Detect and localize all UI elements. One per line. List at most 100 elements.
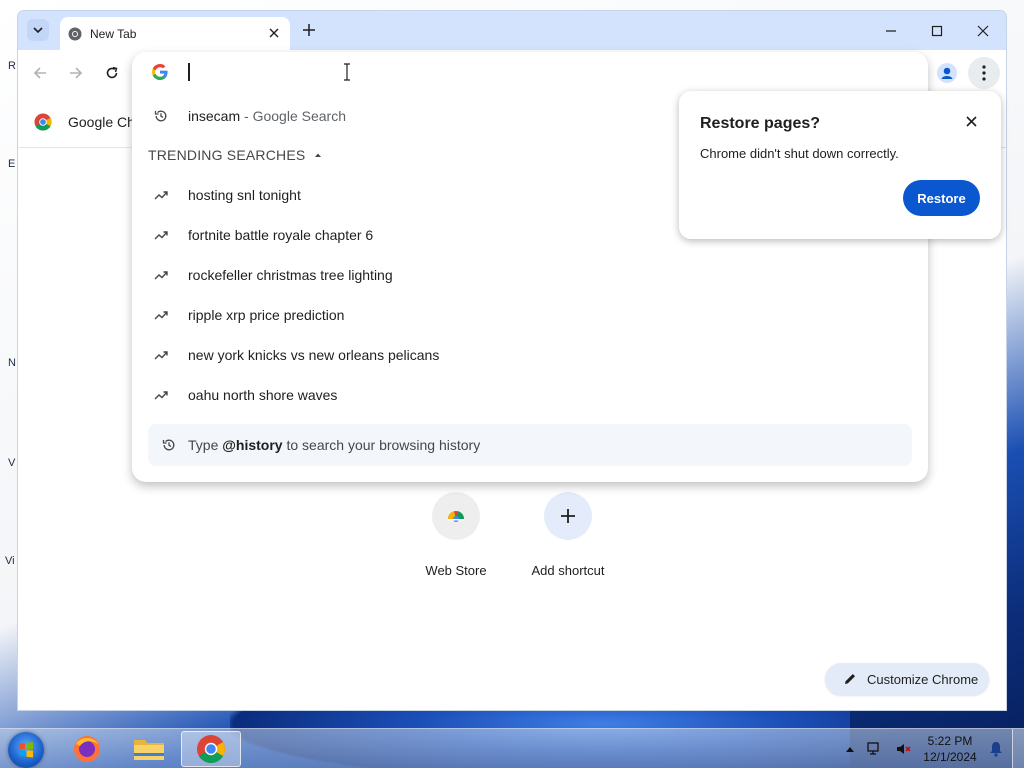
suggestion-text: fortnite battle royale chapter 6 bbox=[188, 227, 374, 243]
chrome-web-store-icon bbox=[448, 511, 464, 522]
shortcut-label: Add shortcut bbox=[531, 563, 605, 578]
plus-icon bbox=[561, 509, 575, 523]
minimize-button[interactable] bbox=[876, 19, 906, 43]
desktop-icon-label: V bbox=[8, 457, 16, 469]
close-icon bbox=[269, 28, 279, 38]
firefox-icon bbox=[74, 736, 100, 762]
caret-up-icon bbox=[315, 153, 322, 157]
trending-up-icon bbox=[154, 311, 168, 320]
dialog-close-button[interactable] bbox=[963, 113, 979, 129]
clock-time: 5:22 PM bbox=[927, 734, 973, 748]
clock-date: 12/1/2024 bbox=[923, 750, 977, 764]
profile-button[interactable] bbox=[936, 62, 958, 84]
show-desktop-button[interactable] bbox=[1012, 729, 1024, 768]
shortcut-web-store[interactable]: Web Store bbox=[406, 492, 506, 578]
google-icon bbox=[152, 64, 168, 80]
close-icon bbox=[977, 25, 989, 37]
chrome-icon bbox=[197, 735, 225, 763]
windows-logo-icon bbox=[19, 742, 33, 758]
plus-icon bbox=[303, 24, 315, 36]
shortcut-add[interactable]: Add shortcut bbox=[518, 492, 618, 578]
tab-search-button[interactable] bbox=[27, 19, 49, 41]
taskbar-file-explorer[interactable] bbox=[119, 731, 179, 767]
desktop-icon-label: E bbox=[8, 158, 16, 170]
suggestion-trending[interactable]: ripple xrp price prediction bbox=[132, 295, 928, 335]
volume-muted-icon bbox=[897, 744, 911, 754]
show-hidden-icons-button[interactable] bbox=[842, 741, 858, 757]
taskbar: 5:22 PM 12/1/2024 bbox=[0, 728, 1024, 768]
shortcut-tile bbox=[544, 492, 592, 540]
suggestion-text: rockefeller christmas tree lighting bbox=[188, 267, 393, 283]
close-window-button[interactable] bbox=[968, 19, 998, 43]
suggestion-text: hosting snl tonight bbox=[188, 187, 301, 203]
back-button[interactable] bbox=[28, 61, 52, 85]
taskbar-clock[interactable]: 5:22 PM 12/1/2024 bbox=[918, 733, 982, 765]
tab-title: New Tab bbox=[90, 27, 137, 41]
omnibox[interactable] bbox=[132, 52, 928, 92]
text-cursor-icon bbox=[344, 63, 350, 81]
chrome-icon bbox=[34, 113, 52, 131]
desktop-icon-label: Vi bbox=[5, 555, 15, 567]
trending-header[interactable]: TRENDING SEARCHES bbox=[148, 147, 323, 163]
network-icon bbox=[867, 742, 879, 755]
trending-up-icon bbox=[154, 391, 168, 400]
minimize-icon bbox=[886, 30, 896, 32]
trending-up-icon bbox=[154, 271, 168, 280]
text-caret bbox=[188, 63, 190, 81]
bookmark-item[interactable]: Google Ch bbox=[34, 113, 135, 131]
tab-new-tab[interactable]: New Tab bbox=[60, 17, 290, 50]
suggestion-trending[interactable]: rockefeller christmas tree lighting bbox=[132, 255, 928, 295]
title-bar: New Tab bbox=[18, 11, 1006, 50]
trending-label: TRENDING SEARCHES bbox=[148, 147, 306, 163]
person-icon bbox=[937, 63, 957, 83]
forward-button[interactable] bbox=[64, 61, 88, 85]
suggestion-text: insecam - Google Search bbox=[188, 108, 346, 124]
close-icon bbox=[965, 115, 977, 127]
customize-chrome-button[interactable]: Customize Chrome bbox=[825, 663, 989, 695]
history-icon bbox=[162, 439, 175, 451]
arrow-right-icon bbox=[70, 67, 83, 79]
restore-button[interactable]: Restore bbox=[903, 180, 980, 216]
arrow-left-icon bbox=[33, 67, 46, 79]
suggestion-text: oahu north shore waves bbox=[188, 387, 338, 403]
trending-up-icon bbox=[154, 351, 168, 360]
reload-button[interactable] bbox=[100, 61, 124, 85]
pencil-icon bbox=[845, 674, 855, 684]
reload-icon bbox=[106, 66, 118, 79]
start-button[interactable] bbox=[8, 732, 44, 768]
file-explorer-icon bbox=[134, 740, 164, 760]
address-input[interactable] bbox=[192, 61, 892, 83]
maximize-button[interactable] bbox=[922, 19, 952, 43]
chrome-icon bbox=[68, 27, 82, 41]
desktop-icon-label: N bbox=[8, 357, 16, 369]
maximize-icon bbox=[931, 25, 943, 37]
history-icon bbox=[154, 110, 167, 122]
shortcut-tile bbox=[432, 492, 480, 540]
tab-close-button[interactable] bbox=[266, 25, 282, 41]
suggestion-text: new york knicks vs new orleans pelicans bbox=[188, 347, 440, 363]
trending-up-icon bbox=[154, 231, 168, 240]
dialog-title: Restore pages? bbox=[700, 115, 821, 132]
suggestion-trending[interactable]: new york knicks vs new orleans pelicans bbox=[132, 335, 928, 375]
trending-up-icon bbox=[154, 191, 168, 200]
dialog-message: Chrome didn't shut down correctly. bbox=[700, 146, 899, 161]
bell-icon bbox=[990, 742, 1002, 757]
chrome-menu-button[interactable] bbox=[968, 57, 1000, 89]
new-tab-button[interactable] bbox=[300, 21, 318, 39]
more-vertical-icon bbox=[982, 65, 986, 81]
taskbar-firefox[interactable] bbox=[57, 731, 117, 767]
suggestion-trending[interactable]: oahu north shore waves bbox=[132, 375, 928, 415]
restore-pages-dialog: Restore pages? Chrome didn't shut down c… bbox=[679, 91, 1001, 239]
tray-volume[interactable] bbox=[896, 741, 912, 757]
shortcut-label: Web Store bbox=[425, 563, 487, 578]
desktop-icon-label: R bbox=[8, 60, 16, 72]
bookmark-label: Google Ch bbox=[68, 114, 135, 130]
suggestion-text: ripple xrp price prediction bbox=[188, 307, 345, 323]
history-search-hint[interactable]: Type @history to search your browsing hi… bbox=[148, 424, 912, 466]
taskbar-chrome[interactable] bbox=[181, 731, 241, 767]
chevron-down-icon bbox=[33, 27, 43, 34]
tray-notifications[interactable] bbox=[988, 741, 1004, 757]
tray-network[interactable] bbox=[866, 741, 882, 757]
caret-up-icon bbox=[846, 747, 854, 752]
customize-label: Customize Chrome bbox=[867, 671, 979, 687]
